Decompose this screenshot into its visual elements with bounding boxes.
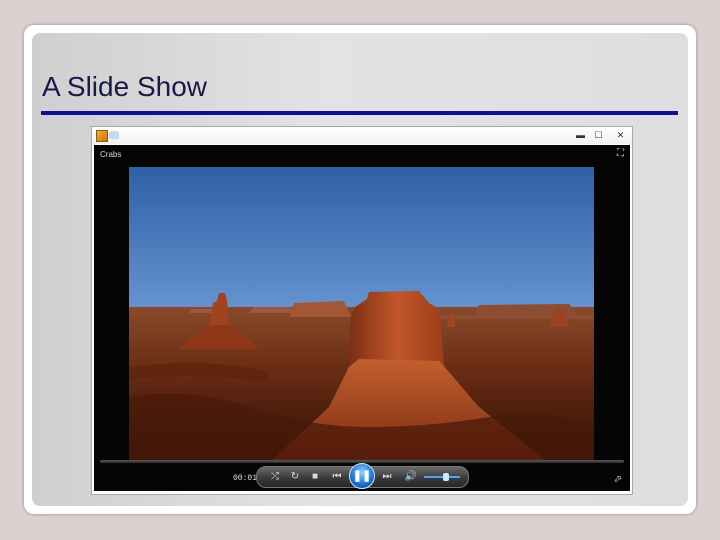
previous-icon[interactable]: ⏮ bbox=[329, 469, 345, 485]
pause-button[interactable]: ❚❚ bbox=[349, 463, 375, 489]
stop-icon[interactable]: ■ bbox=[307, 469, 323, 485]
media-player-window: ▬ ☐ ✕ Crabs ⛶ 00:01 ⤮ ↻ ■ ⏮ ❚❚ ⏭ 🔊 ⬀ bbox=[91, 126, 633, 495]
minimize-button[interactable]: ▬ bbox=[574, 129, 587, 141]
volume-slider[interactable] bbox=[424, 473, 460, 481]
desert-landscape-image bbox=[129, 167, 594, 463]
repeat-icon[interactable]: ↻ bbox=[287, 469, 303, 485]
video-frame[interactable] bbox=[129, 167, 594, 463]
switch-to-library-icon[interactable]: ⬀ bbox=[614, 474, 622, 485]
playback-controls: ⤮ ↻ ■ ⏮ ❚❚ ⏭ 🔊 bbox=[256, 463, 469, 489]
slide-title: A Slide Show bbox=[42, 71, 207, 102]
fullscreen-icon[interactable]: ⛶ bbox=[617, 148, 624, 159]
player-titlebar: ▬ ☐ ✕ bbox=[92, 127, 632, 144]
media-player-app-icon bbox=[96, 130, 108, 142]
media-player-secondary-icon bbox=[109, 131, 119, 139]
shuffle-icon[interactable]: ⤮ bbox=[267, 469, 283, 485]
slide-background: A Slide Show ▬ ☐ ✕ Crabs ⛶ 00:01 ⤮ ↻ ■ ⏮… bbox=[32, 33, 688, 506]
time-readout: 00:01 bbox=[233, 474, 258, 483]
volume-icon[interactable]: 🔊 bbox=[403, 469, 419, 485]
close-button[interactable]: ✕ bbox=[614, 129, 627, 141]
volume-slider-thumb[interactable] bbox=[443, 473, 449, 481]
player-screen: Crabs ⛶ 00:01 ⤮ ↻ ■ ⏮ ❚❚ ⏭ 🔊 ⬀ bbox=[94, 145, 630, 491]
slide-frame: A Slide Show ▬ ☐ ✕ Crabs ⛶ 00:01 ⤮ ↻ ■ ⏮… bbox=[24, 25, 696, 514]
next-icon[interactable]: ⏭ bbox=[379, 469, 395, 485]
maximize-button[interactable]: ☐ bbox=[592, 129, 605, 141]
now-playing-title: Crabs bbox=[100, 150, 122, 159]
title-underline bbox=[41, 111, 678, 115]
